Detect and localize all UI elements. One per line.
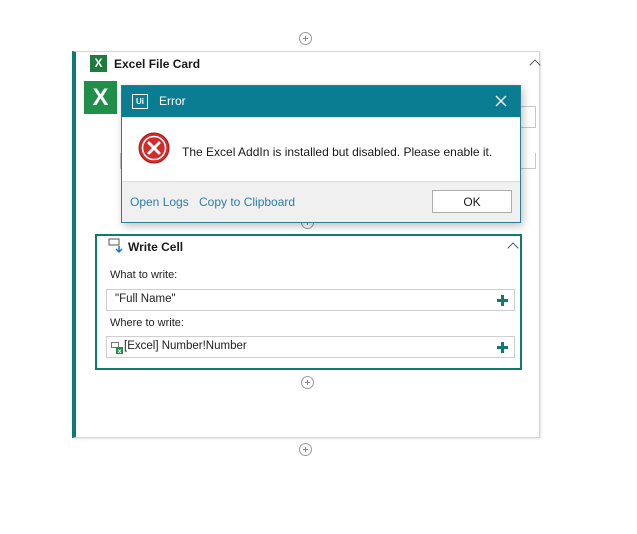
- close-icon[interactable]: [494, 94, 508, 108]
- excel-card-title: Excel File Card: [114, 57, 201, 71]
- uipath-logo: Ui: [132, 94, 148, 109]
- error-x-icon: [138, 132, 170, 164]
- collapse-excel-card-icon[interactable]: [529, 59, 541, 71]
- write-cell-title: Write Cell: [128, 240, 184, 254]
- ok-button[interactable]: OK: [432, 190, 512, 213]
- designer-canvas: X Excel File Card X Write Cell What to w…: [0, 0, 637, 534]
- write-cell-icon: [108, 238, 123, 254]
- open-logs-link[interactable]: Open Logs: [130, 195, 189, 209]
- svg-text:x: x: [118, 348, 122, 354]
- where-to-write-value: [Excel] Number!Number: [124, 340, 247, 352]
- what-to-write-field[interactable]: "Full Name": [106, 289, 515, 311]
- where-to-write-plus-icon[interactable]: [497, 342, 508, 353]
- what-to-write-label: What to write:: [110, 269, 178, 281]
- excel-large-icon: X: [84, 81, 117, 114]
- add-activity-top-icon[interactable]: [299, 32, 312, 45]
- dialog-body: The Excel AddIn is installed but disable…: [122, 117, 520, 183]
- dialog-titlebar[interactable]: Ui Error: [122, 86, 520, 117]
- excel-icon: X: [90, 55, 107, 72]
- dialog-footer: Open Logs Copy to Clipboard OK: [122, 181, 520, 222]
- copy-to-clipboard-link[interactable]: Copy to Clipboard: [199, 195, 295, 209]
- where-to-write-label: Where to write:: [110, 317, 184, 329]
- excel-cell-reference-icon: x: [111, 342, 123, 354]
- dialog-title: Error: [159, 94, 186, 108]
- excel-card-header: X Excel File Card: [84, 55, 541, 75]
- add-activity-bottom-icon[interactable]: [299, 443, 312, 456]
- what-to-write-plus-icon[interactable]: [497, 295, 508, 306]
- where-to-write-field[interactable]: x [Excel] Number!Number: [106, 336, 515, 358]
- add-activity-inside-card-icon[interactable]: [301, 376, 314, 389]
- error-dialog: Ui Error The Excel AddIn is installed bu…: [121, 85, 521, 223]
- collapse-write-cell-icon[interactable]: [507, 242, 519, 254]
- write-cell-activity[interactable]: Write Cell What to write: "Full Name" Wh…: [95, 234, 522, 370]
- what-to-write-value: "Full Name": [115, 293, 176, 305]
- error-message: The Excel AddIn is installed but disable…: [182, 145, 493, 159]
